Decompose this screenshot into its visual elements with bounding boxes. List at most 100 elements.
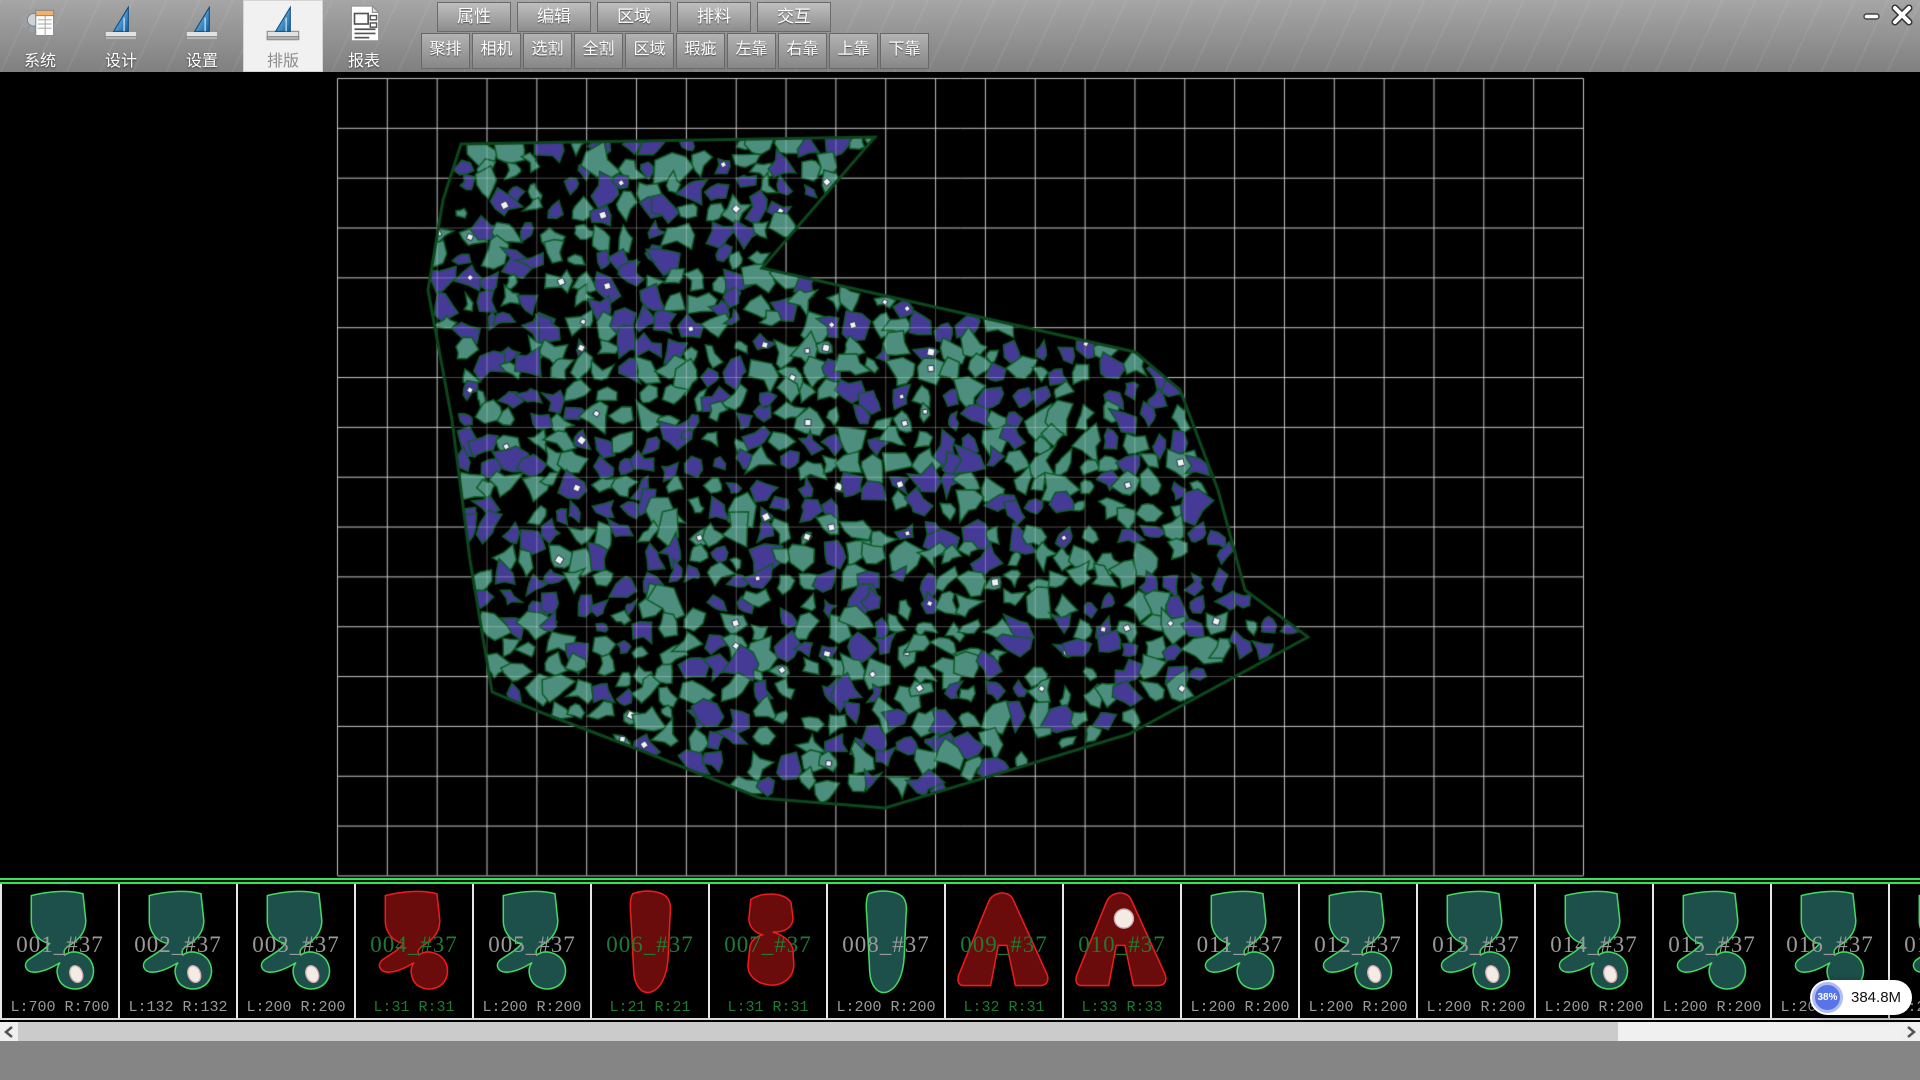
tool-button-snap-left[interactable]: 左靠 xyxy=(727,33,776,69)
toolbar-button-label: 设计 xyxy=(81,47,161,71)
toolbar-button-label: 系统 xyxy=(0,47,80,71)
minimize-button[interactable] xyxy=(1859,3,1884,27)
menu-tab-row: 属性编辑区域排料交互 xyxy=(437,0,831,32)
design-ruler-icon xyxy=(101,3,143,45)
chevron-left-icon xyxy=(4,1026,14,1038)
piece-lr-label: L:33 R:33 xyxy=(1064,999,1180,1016)
thumbnail-cell-005[interactable]: 005_#37 L:200 R:200 xyxy=(474,884,592,1018)
status-badge: 38% 384.8M xyxy=(1810,980,1912,1015)
menu-tab-interactive[interactable]: 交互 xyxy=(757,2,831,32)
piece-lr-label: L:32 R:31 xyxy=(946,999,1062,1016)
window-controls xyxy=(1859,3,1914,27)
menu-tab-region[interactable]: 区域 xyxy=(597,2,671,32)
piece-lr-label: L:200 R:200 xyxy=(238,999,354,1016)
piece-id-label: 015_#37 xyxy=(1654,932,1770,958)
thumbnail-cell-001[interactable]: 001_#37 L:700 R:700 xyxy=(0,884,120,1018)
toolbar-button-report[interactable]: 报表 xyxy=(324,0,404,72)
thumbnail-cell-003[interactable]: 003_#37 L:200 R:200 xyxy=(238,884,356,1018)
report-icon xyxy=(344,3,386,45)
menu-tab-properties[interactable]: 属性 xyxy=(437,2,511,32)
piece-id-label: 006_#37 xyxy=(592,932,708,958)
piece-id-label: 014_#37 xyxy=(1536,932,1652,958)
menu-tab-edit[interactable]: 编辑 xyxy=(517,2,591,32)
thumbnail-cells: 001_#37L:700 R:700002_#37L:132 R:132003_… xyxy=(0,884,1920,1020)
piece-lr-label: L:31 R:31 xyxy=(710,999,826,1016)
toolbar-button-settings[interactable]: 设置 xyxy=(162,0,242,72)
piece-id-label: 010_#37 xyxy=(1064,932,1180,958)
thumbnail-cell-004[interactable]: 004_#37 L:31 R:31 xyxy=(356,884,474,1018)
memory-label: 384.8M xyxy=(1851,989,1901,1006)
tool-button-region[interactable]: 区域 xyxy=(625,33,674,69)
piece-lr-label: L:200 R:200 xyxy=(474,999,590,1016)
piece-id-label: 017_#37 xyxy=(1890,932,1920,958)
tool-button-snap-up[interactable]: 上靠 xyxy=(829,33,878,69)
piece-lr-label: L:21 R:21 xyxy=(592,999,708,1016)
piece-thumbnail-strip: 001_#37L:700 R:700002_#37L:132 R:132003_… xyxy=(0,878,1920,1020)
menu-tab-nesting[interactable]: 排料 xyxy=(677,2,751,32)
scroll-right-button[interactable] xyxy=(1902,1022,1920,1041)
tool-button-snap-right[interactable]: 右靠 xyxy=(778,33,827,69)
thumbnail-cell-013[interactable]: 013_#37 L:200 R:200 xyxy=(1418,884,1536,1018)
toolbar-button-label: 设置 xyxy=(162,47,242,71)
toolbar-button-label: 排版 xyxy=(243,47,323,71)
piece-lr-label: L:31 R:31 xyxy=(356,999,472,1016)
piece-id-label: 009_#37 xyxy=(946,932,1062,958)
tool-button-snap-down[interactable]: 下靠 xyxy=(880,33,929,69)
toolbar-button-system[interactable]: 系统 xyxy=(0,0,80,72)
piece-id-label: 013_#37 xyxy=(1418,932,1534,958)
piece-id-label: 005_#37 xyxy=(474,932,590,958)
toolbar-button-layout[interactable]: 排版 xyxy=(243,0,323,72)
piece-lr-label: L:132 R:132 xyxy=(120,999,236,1016)
thumbnail-cell-002[interactable]: 002_#37 L:132 R:132 xyxy=(120,884,238,1018)
nesting-canvas[interactable] xyxy=(0,72,1920,878)
thumbnail-cell-010[interactable]: 010_#37 L:33 R:33 xyxy=(1064,884,1182,1018)
toolbar-button-label: 报表 xyxy=(324,47,404,71)
tool-button-defect[interactable]: 瑕疵 xyxy=(676,33,725,69)
nesting-app-window: 系统设计设置排版报表 属性编辑区域排料交互 聚排相机选割全割区域瑕疵左靠右靠上靠… xyxy=(0,0,1920,1080)
horizontal-scrollbar[interactable] xyxy=(0,1022,1920,1041)
piece-lr-label: L:200 R:200 xyxy=(1654,999,1770,1016)
thumbnail-cell-007[interactable]: 007_#37 L:31 R:31 xyxy=(710,884,828,1018)
piece-id-label: 008_#37 xyxy=(828,932,944,958)
piece-lr-label: L:200 R:200 xyxy=(828,999,944,1016)
tool-button-cut-all[interactable]: 全割 xyxy=(574,33,623,69)
tool-button-select-cut[interactable]: 选割 xyxy=(523,33,572,69)
piece-lr-label: L:200 R:200 xyxy=(1418,999,1534,1016)
piece-id-label: 004_#37 xyxy=(356,932,472,958)
thumbnail-cell-014[interactable]: 014_#37 L:200 R:200 xyxy=(1536,884,1654,1018)
close-icon xyxy=(1890,4,1914,26)
piece-id-label: 001_#37 xyxy=(2,932,118,958)
piece-id-label: 003_#37 xyxy=(238,932,354,958)
thumbnail-cell-011[interactable]: 011_#37 L:200 R:200 xyxy=(1182,884,1300,1018)
piece-lr-label: L:700 R:700 xyxy=(2,999,118,1016)
tool-button-camera[interactable]: 相机 xyxy=(472,33,521,69)
thumbnail-cell-009[interactable]: 009_#37 L:32 R:31 xyxy=(946,884,1064,1018)
scrollbar-track[interactable] xyxy=(1618,1022,1902,1041)
scroll-left-button[interactable] xyxy=(0,1022,18,1041)
scrollbar-thumb[interactable] xyxy=(18,1022,1618,1041)
settings-ruler-icon xyxy=(182,3,224,45)
system-icon xyxy=(20,3,62,45)
bottom-gray-bar xyxy=(0,1041,1920,1080)
piece-id-label: 016_#37 xyxy=(1772,932,1888,958)
thumbnail-cell-008[interactable]: 008_#37 L:200 R:200 xyxy=(828,884,946,1018)
minimize-icon xyxy=(1861,5,1883,25)
toolbar-button-design[interactable]: 设计 xyxy=(81,0,161,72)
piece-lr-label: L:200 R:200 xyxy=(1300,999,1416,1016)
piece-id-label: 012_#37 xyxy=(1300,932,1416,958)
piece-id-label: 002_#37 xyxy=(120,932,236,958)
tool-button-cluster-nest[interactable]: 聚排 xyxy=(421,33,470,69)
thumbnail-cell-015[interactable]: 015_#37 L:200 R:200 xyxy=(1654,884,1772,1018)
piece-id-label: 007_#37 xyxy=(710,932,826,958)
layout-ruler-icon xyxy=(263,3,305,45)
tool-button-row: 聚排相机选割全割区域瑕疵左靠右靠上靠下靠 xyxy=(421,33,929,69)
top-toolbar: 系统设计设置排版报表 属性编辑区域排料交互 聚排相机选割全割区域瑕疵左靠右靠上靠… xyxy=(0,0,1920,72)
piece-lr-label: L:200 R:200 xyxy=(1182,999,1298,1016)
piece-id-label: 011_#37 xyxy=(1182,932,1298,958)
chevron-right-icon xyxy=(1906,1026,1916,1038)
close-button[interactable] xyxy=(1889,3,1914,27)
progress-circle: 38% xyxy=(1812,982,1843,1013)
piece-lr-label: L:200 R:200 xyxy=(1536,999,1652,1016)
thumbnail-cell-006[interactable]: 006_#37 L:21 R:21 xyxy=(592,884,710,1018)
thumbnail-cell-012[interactable]: 012_#37 L:200 R:200 xyxy=(1300,884,1418,1018)
